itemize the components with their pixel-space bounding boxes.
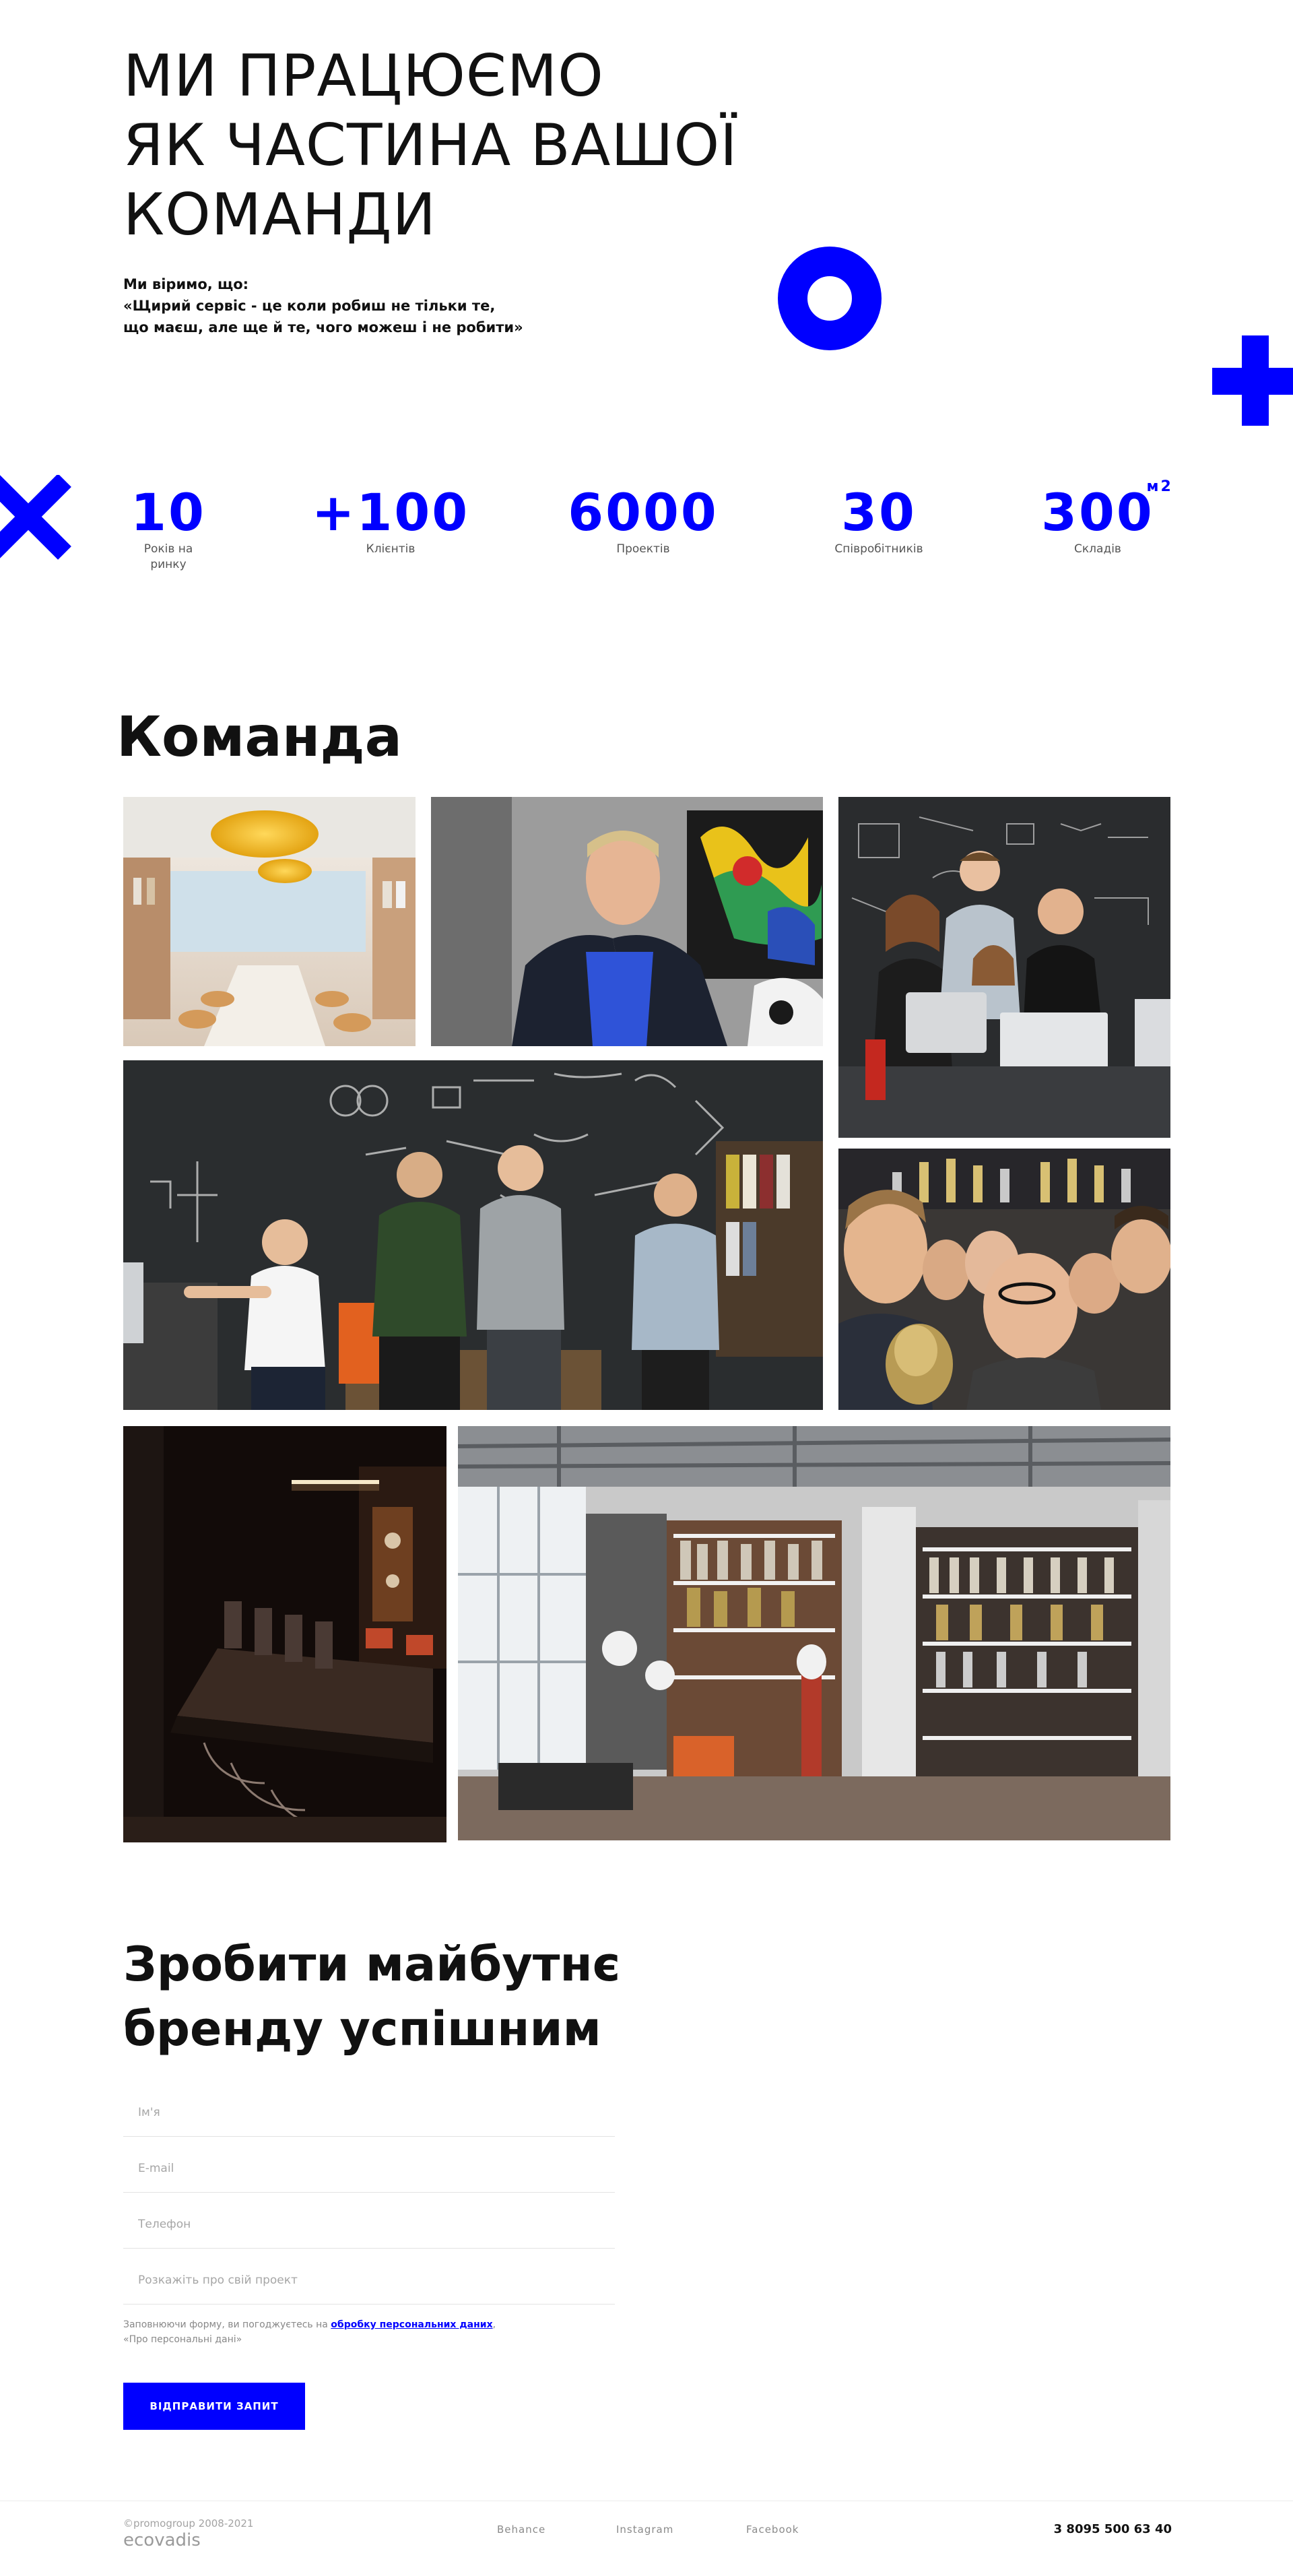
team-photo-showroom bbox=[458, 1426, 1170, 1840]
footer-link-instagram[interactable]: Instagram bbox=[616, 2523, 673, 2536]
stat-value: 6000 bbox=[568, 482, 719, 542]
email-input[interactable] bbox=[137, 2154, 615, 2183]
team-photo-blackboard bbox=[123, 1060, 823, 1410]
consent-prefix: Заповнюючи форму, ви погоджуєтесь на bbox=[123, 2319, 331, 2330]
submit-request-button[interactable]: ВІДПРАВИТИ ЗАПИТ bbox=[123, 2383, 305, 2430]
project-field-row bbox=[123, 2250, 615, 2305]
hero-title-line: КОМАНДИ bbox=[123, 181, 436, 249]
stat-value-number: 300 bbox=[1041, 482, 1154, 542]
stat-value: 300 м2 bbox=[1041, 480, 1171, 542]
hero-title-line: ЯК ЧАСТИНА ВАШОЇ bbox=[123, 112, 738, 179]
stat-value: 30 bbox=[841, 482, 917, 542]
stat-employees: 30 Співробітників bbox=[795, 484, 963, 557]
privacy-policy-link[interactable]: обробку персональних даних bbox=[331, 2319, 492, 2330]
cta-title: Зробити майбутнє бренду успішним bbox=[123, 1932, 620, 2061]
team-photo-workspace bbox=[838, 797, 1170, 1138]
footer-copyright: ©promogroup 2008-2021 bbox=[123, 2517, 254, 2530]
stat-label: ринку bbox=[150, 558, 187, 571]
stat-value: +100 bbox=[311, 482, 470, 542]
cta-title-line: бренду успішним bbox=[123, 2001, 601, 2057]
team-title: Команда bbox=[117, 705, 402, 769]
stat-warehouses: 300 м2 Складів bbox=[1017, 480, 1179, 557]
hero-quote: Ми віримо, що: «Щирий сервіс - це коли р… bbox=[123, 273, 635, 338]
stat-projects: 6000 Проектів bbox=[545, 484, 741, 557]
cross-shape-icon bbox=[0, 475, 71, 560]
phone-field-row bbox=[123, 2194, 615, 2249]
stat-years: 10 Років на ринку bbox=[101, 484, 236, 573]
name-field-row bbox=[123, 2082, 615, 2137]
stat-label: Складів bbox=[1074, 542, 1121, 556]
hero-quote-line: «Щирий сервіс - це коли робиш не тільки … bbox=[123, 298, 496, 314]
stat-value: 10 bbox=[131, 482, 206, 542]
team-photo-conference-room bbox=[123, 797, 416, 1046]
ring-shape-icon bbox=[778, 247, 882, 350]
cta-title-line: Зробити майбутнє bbox=[123, 1937, 621, 1992]
email-field-row bbox=[123, 2138, 615, 2193]
stat-label: Співробітників bbox=[834, 542, 923, 556]
footer-phone[interactable]: 3 8095 500 63 40 bbox=[1054, 2522, 1172, 2536]
hero-quote-line: Ми віримо, що: bbox=[123, 276, 249, 292]
team-photo-dark-room bbox=[123, 1426, 446, 1842]
stat-label: Проектів bbox=[616, 542, 670, 556]
ecovadis-logo: ecovadis bbox=[123, 2530, 201, 2550]
team-photo-selfie bbox=[838, 1149, 1170, 1410]
stat-label: Клієнтів bbox=[366, 542, 416, 556]
project-input[interactable] bbox=[137, 2266, 615, 2294]
hero-title: МИ ПРАЦЮЄМО ЯК ЧАСТИНА ВАШОЇ КОМАНДИ bbox=[123, 42, 738, 250]
name-input[interactable] bbox=[137, 2098, 615, 2127]
phone-input[interactable] bbox=[137, 2210, 615, 2239]
footer-link-facebook[interactable]: Facebook bbox=[746, 2523, 799, 2536]
hero-title-line: МИ ПРАЦЮЄМО bbox=[123, 42, 604, 110]
footer-link-behance[interactable]: Behance bbox=[497, 2523, 545, 2536]
consent-text: Заповнюючи форму, ви погоджуєтесь на обр… bbox=[123, 2317, 500, 2347]
stat-label: Років на bbox=[143, 542, 193, 556]
team-photo-portrait bbox=[431, 797, 823, 1046]
stat-unit: м2 bbox=[1146, 478, 1173, 495]
hero-quote-line: що маєш, але ще й те, чого можеш і не ро… bbox=[123, 319, 523, 335]
stat-clients: +100 Клієнтів bbox=[296, 484, 485, 557]
plus-shape-icon bbox=[1212, 335, 1293, 426]
